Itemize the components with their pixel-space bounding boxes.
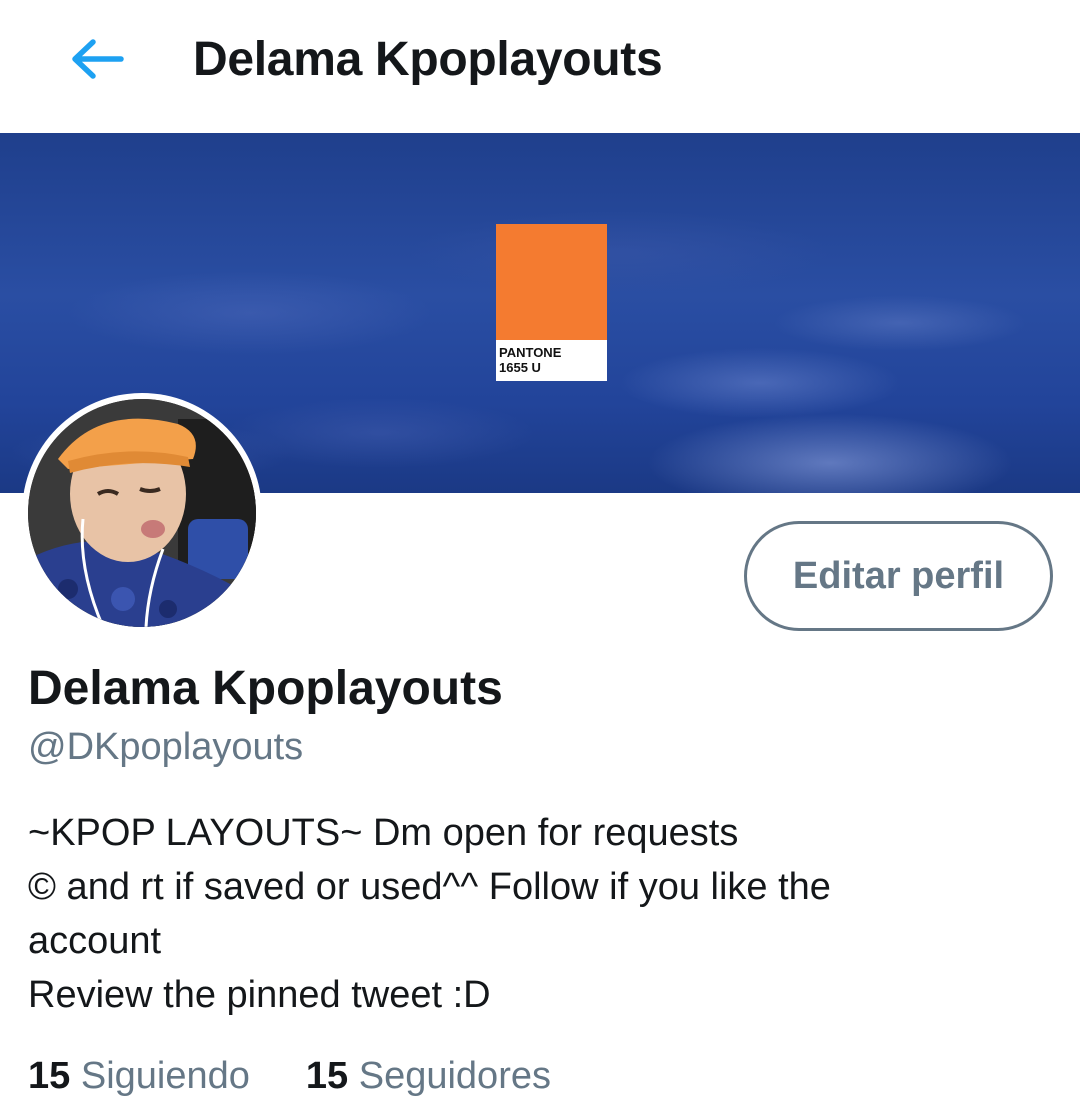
user-handle: @DKpoplayouts [28, 726, 304, 768]
pantone-swatch [496, 224, 607, 340]
profile-stats: 15 Siguiendo 15 Seguidores [28, 1050, 551, 1102]
pantone-card: PANTONE 1655 U [496, 224, 607, 381]
page-title: Delama Kpoplayouts [193, 33, 663, 86]
following-count: 15 [28, 1055, 71, 1097]
arrow-left-icon [72, 39, 124, 79]
bio-line: © and rt if saved or used^^ Follow if yo… [28, 866, 831, 908]
followers-count: 15 [305, 1055, 349, 1097]
back-button[interactable] [68, 34, 126, 84]
following-label: Siguiendo [80, 1055, 250, 1097]
avatar-photo [28, 399, 256, 627]
pantone-brand: PANTONE [499, 345, 562, 360]
followers-link[interactable]: 15 Seguidores [306, 1050, 551, 1102]
top-bar: Delama Kpoplayouts [0, 0, 1080, 132]
profile-bio: ~KPOP LAYOUTS~ Dm open for requests © an… [28, 806, 1058, 1022]
bio-line: ~KPOP LAYOUTS~ Dm open for requests [28, 812, 739, 854]
avatar[interactable] [22, 393, 262, 633]
edit-profile-button[interactable]: Editar perfil [744, 521, 1053, 631]
following-link[interactable]: 15 Siguiendo [28, 1050, 250, 1102]
followers-label: Seguidores [358, 1055, 551, 1097]
bio-line: account [28, 920, 162, 962]
display-name: Delama Kpoplayouts [28, 662, 503, 715]
pantone-label: PANTONE 1655 U [499, 345, 561, 375]
bio-line: Review the pinned tweet :D [28, 974, 491, 1016]
pantone-code: 1655 U [499, 360, 541, 375]
